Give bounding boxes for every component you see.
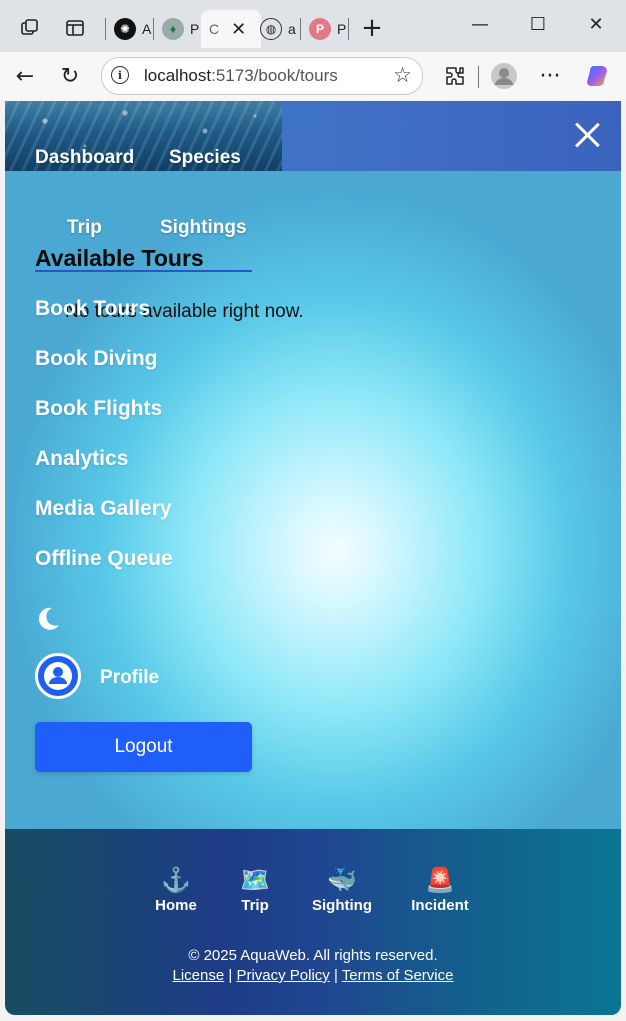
menu-offline-queue[interactable]: Offline Queue [35,547,173,571]
tab-mongodb[interactable]: ♦ P [152,10,199,48]
footer-sighting-label: Sighting [312,897,372,914]
mongodb-leaf-icon: ♦ [162,18,184,40]
openai-icon: ✺ [114,18,136,40]
user-avatar-icon[interactable] [490,62,518,90]
tab-label: P [337,21,347,37]
workspaces-icon[interactable] [18,16,42,40]
footer-home-label: Home [155,897,197,914]
footer-sighting[interactable]: 🐳 Sighting [307,867,377,914]
tab-pinterest[interactable]: P P [299,10,346,48]
address-bar[interactable]: i localhost:5173/book/tours ☆ [101,57,423,95]
page-title: Available Tours [35,245,204,271]
minimize-icon[interactable]: — [466,14,494,35]
tab-globe[interactable]: ◍ a [250,10,296,48]
profile-link[interactable]: Profile [100,667,159,689]
whale-icon: 🐳 [327,867,357,894]
menu-book-flights[interactable]: Book Flights [35,397,162,421]
maximize-icon[interactable]: ☐ [524,14,552,35]
nav-species[interactable]: Species [169,147,241,169]
more-menu-icon[interactable]: ··· [536,62,564,90]
tab-label: A [142,21,152,37]
menu-media-gallery[interactable]: Media Gallery [35,497,172,521]
url-text[interactable]: localhost:5173/book/tours [144,66,338,86]
extensions-icon[interactable] [441,62,469,90]
user-icon [44,662,72,690]
reload-icon[interactable]: ↻ [56,62,84,90]
menu-analytics[interactable]: Analytics [35,447,128,471]
window-close-icon[interactable]: ✕ [582,14,610,35]
browser-toolbar: ← ↻ i localhost:5173/book/tours ☆ ··· [0,52,626,100]
toolbar-separator [478,66,479,88]
copilot-icon[interactable] [583,62,611,90]
menu-book-tours[interactable]: Book Tours [35,297,150,321]
anchor-icon: ⚓ [161,867,191,894]
footer-links: License | Privacy Policy | Terms of Serv… [5,967,621,984]
footer-trip-label: Trip [241,897,269,914]
page-viewport: Dashboard Species Trip Sightings Availab… [5,101,621,1015]
tab-label: P [190,21,200,37]
nav-sightings[interactable]: Sightings [160,217,247,239]
dark-mode-moon-icon[interactable] [35,606,61,632]
close-menu-icon[interactable] [573,121,601,149]
license-link[interactable]: License [173,967,225,984]
copyright-text: © 2025 AquaWeb. All rights reserved. [188,947,438,964]
top-nav-bar: Dashboard Species [5,101,621,171]
tab-separator [348,18,349,40]
terms-link[interactable]: Terms of Service [342,967,454,984]
new-tab-icon[interactable]: + [360,13,384,43]
nav-dashboard[interactable]: Dashboard [35,147,134,169]
tab-label: a [288,21,296,37]
footer-trip[interactable]: 🗺️ Trip [231,867,279,914]
globe-icon: ◍ [260,18,282,40]
link-divider: | [333,967,342,984]
footer-home[interactable]: ⚓ Home [149,867,203,914]
footer-incident-label: Incident [411,897,469,914]
footer: ⚓ Home 🗺️ Trip 🐳 Sighting 🚨 Incident © 2… [5,829,621,1015]
logout-button[interactable]: Logout [35,722,252,772]
close-tab-icon[interactable]: ✕ [231,19,246,40]
nav-trip[interactable]: Trip [67,217,102,239]
site-info-icon[interactable]: i [111,66,129,84]
back-icon[interactable]: ← [11,62,39,90]
map-icon: 🗺️ [240,867,270,894]
siren-icon: 🚨 [425,867,455,894]
pinterest-icon: P [309,18,331,40]
browser-tab-bar: ✺ A ♦ P C ✕ ◍ a P P + — ☐ ✕ [0,0,626,52]
privacy-policy-link[interactable]: Privacy Policy [236,967,329,984]
tab-label: C [209,21,220,37]
title-underline [35,270,252,272]
footer-incident[interactable]: 🚨 Incident [407,867,473,914]
favorite-star-icon[interactable]: ☆ [393,63,412,87]
profile-avatar[interactable] [35,653,81,699]
menu-book-diving[interactable]: Book Diving [35,347,158,371]
tab-actions-icon[interactable] [63,16,87,40]
tab-openai[interactable]: ✺ A [104,10,151,48]
